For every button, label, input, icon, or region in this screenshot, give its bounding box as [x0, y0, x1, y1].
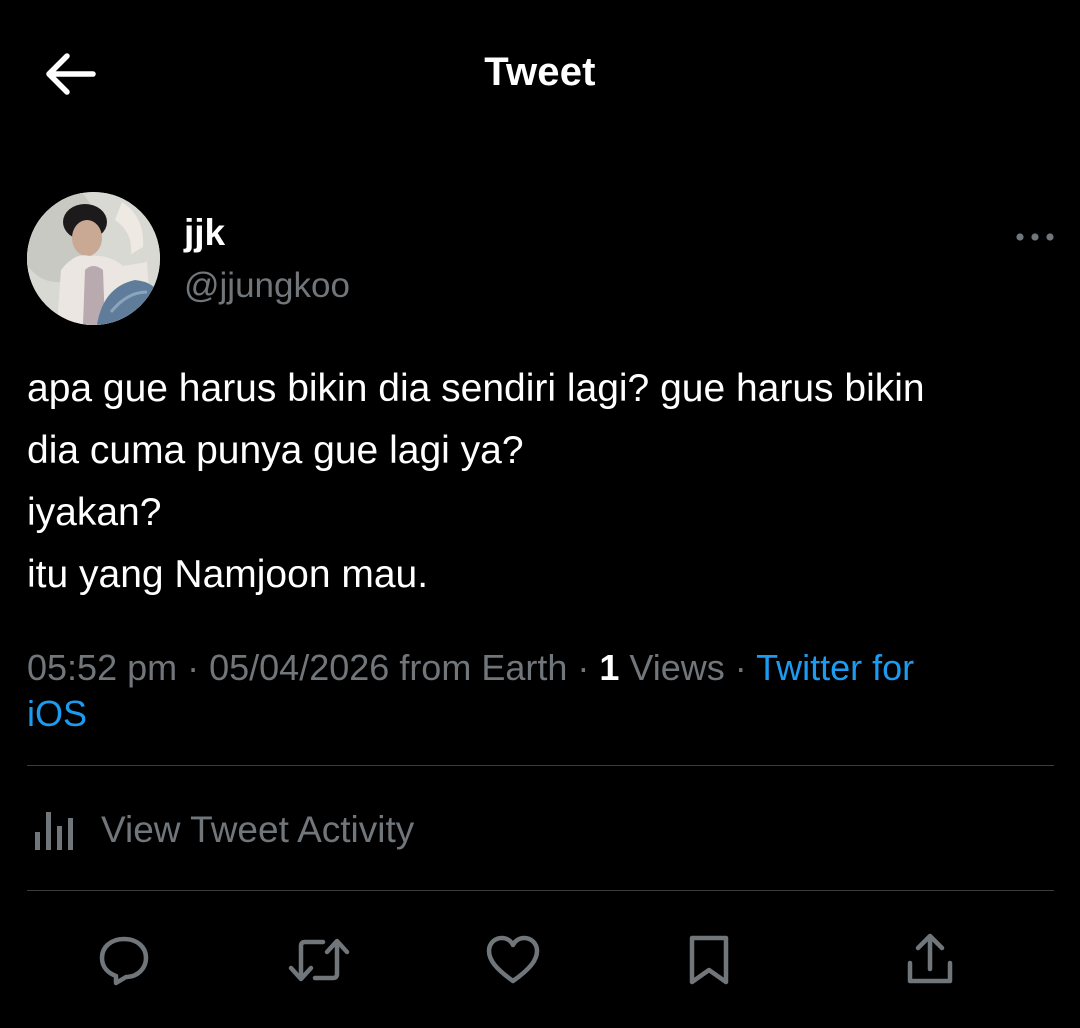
bookmark-button[interactable]	[674, 925, 744, 995]
tweet-date[interactable]: 05/04/2026	[209, 647, 389, 688]
reply-icon	[99, 936, 149, 986]
view-tweet-activity-label: View Tweet Activity	[101, 809, 415, 850]
display-name[interactable]: jjk	[184, 212, 225, 254]
avatar[interactable]	[27, 192, 160, 325]
tweet-text: apa gue harus bikin dia sendiri lagi? gu…	[27, 358, 1057, 606]
tweet-location: from Earth	[399, 647, 568, 688]
share-icon	[907, 933, 953, 984]
tweet-line: apa gue harus bikin dia sendiri lagi? gu…	[27, 367, 925, 410]
tweet-actions-bar	[0, 925, 1080, 995]
avatar-photo	[27, 192, 160, 325]
views-label: Views	[629, 647, 725, 688]
tweet-line: dia cuma punya gue lagi ya?	[27, 429, 524, 472]
tweet-source-link[interactable]: Twitter for	[756, 647, 914, 688]
tweet-time[interactable]: 05:52 pm	[27, 647, 177, 688]
tweet-meta: 05:52 pm · 05/04/2026 from Earth · 1 Vie…	[27, 645, 1037, 737]
meta-separator: ·	[177, 647, 210, 688]
reply-button[interactable]	[89, 925, 159, 995]
bookmark-icon	[689, 935, 729, 985]
page-title: Tweet	[484, 50, 596, 94]
top-bar: Tweet	[0, 0, 1080, 150]
divider	[27, 890, 1054, 891]
analytics-bars-icon	[35, 812, 73, 850]
retweet-button[interactable]	[284, 925, 354, 995]
meta-separator: ·	[567, 647, 600, 688]
like-button[interactable]	[478, 925, 548, 995]
meta-separator: ·	[724, 647, 757, 688]
views-count: 1	[599, 647, 620, 688]
share-button[interactable]	[895, 925, 965, 995]
user-handle[interactable]: @jjungkoo	[184, 266, 350, 306]
like-icon	[486, 935, 540, 984]
more-options-button[interactable]	[1010, 222, 1060, 252]
tweet-source-link-cont[interactable]: iOS	[27, 693, 87, 734]
tweet-line: itu yang Namjoon mau.	[27, 553, 429, 596]
view-tweet-activity-button[interactable]: View Tweet Activity	[27, 800, 414, 860]
tweet-line: iyakan?	[27, 491, 162, 534]
retweet-icon	[288, 938, 350, 982]
more-horizontal-icon	[1016, 233, 1054, 241]
divider	[27, 765, 1054, 766]
